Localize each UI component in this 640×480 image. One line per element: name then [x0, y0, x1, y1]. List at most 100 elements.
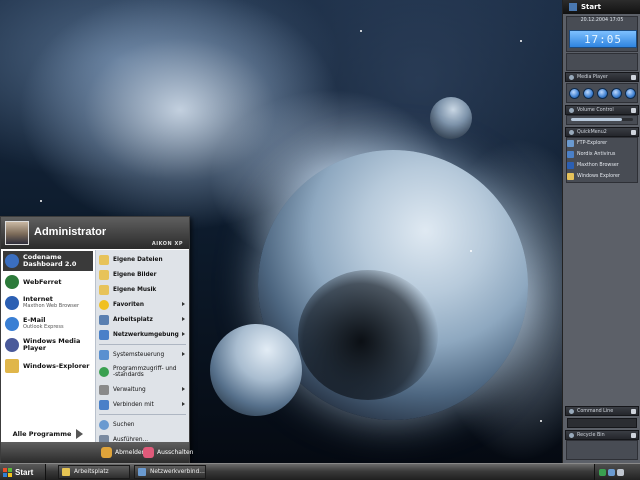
speaker-icon [569, 107, 574, 113]
collapse-icon[interactable] [631, 130, 636, 135]
start-menu-footer: Abmelden Ausschalten [1, 442, 193, 463]
globe-icon [5, 254, 19, 268]
taskbar: Start Arbeitsplatz Netzwerkverbind... [0, 463, 640, 480]
clock-display: 17:05 [569, 30, 637, 48]
shield-icon[interactable] [599, 468, 606, 476]
start-menu-header: Administrator AIKON XP [1, 217, 189, 249]
divider [99, 344, 186, 345]
pinned-item-email[interactable]: E-Mail Outlook Express [3, 314, 93, 334]
windows-logo-icon [3, 467, 12, 477]
collapse-icon[interactable] [631, 108, 636, 113]
network-icon [138, 468, 146, 476]
command-line-input[interactable] [567, 418, 637, 428]
shield-icon [567, 151, 574, 158]
folder-icon [99, 269, 109, 280]
start-button[interactable]: Start [0, 464, 46, 480]
pinned-item-webferret[interactable]: WebFerret [3, 272, 93, 292]
places-panel: Eigene Dateien Eigene Bilder Eigene Musi… [95, 250, 189, 445]
submenu-arrow-icon [182, 332, 185, 336]
all-programs-button[interactable]: Alle Programme [1, 429, 95, 439]
search-icon [99, 419, 109, 430]
network-icon [99, 329, 109, 340]
place-eigene-dateien[interactable]: Eigene Dateien [96, 252, 189, 267]
arrow-right-icon [76, 429, 84, 439]
shutdown-button[interactable]: Ausschalten [143, 447, 193, 458]
speaker-icon[interactable] [617, 468, 624, 476]
submenu-arrow-icon [182, 387, 185, 391]
previous-button[interactable] [611, 88, 622, 99]
start-menu: Administrator AIKON XP Codename Dashboar… [0, 216, 193, 463]
collapse-icon[interactable] [631, 75, 636, 80]
power-icon [143, 447, 154, 458]
place-netzwerkumgebung[interactable]: Netzwerkumgebung [96, 327, 189, 342]
start-icon [569, 3, 577, 11]
quicklink-browser[interactable]: Maxthon Browser [567, 160, 619, 171]
ftp-icon [567, 140, 574, 147]
key-icon [101, 447, 112, 458]
system-verwaltung[interactable]: Verwaltung [96, 382, 189, 397]
collapse-icon[interactable] [631, 409, 636, 414]
play-button[interactable] [569, 88, 580, 99]
browser-icon [567, 162, 574, 169]
ferret-icon [5, 275, 19, 289]
divider [99, 414, 186, 415]
connect-icon [99, 399, 109, 410]
media-icon [569, 74, 574, 80]
pause-button[interactable] [583, 88, 594, 99]
volume-slider-fill [571, 118, 622, 121]
folder-icon [62, 468, 70, 476]
user-name: Administrator [34, 226, 107, 238]
user-avatar[interactable] [5, 221, 29, 245]
network-icon[interactable] [608, 468, 615, 476]
submenu-arrow-icon [182, 302, 185, 306]
submenu-arrow-icon [182, 352, 185, 356]
place-eigene-musik[interactable]: Eigene Musik [96, 282, 189, 297]
quickmenu-title-bar: QuickMenu2 [565, 127, 639, 137]
star-icon [99, 299, 109, 310]
pinned-item-media-player[interactable]: Windows Media Player [3, 335, 93, 355]
recycle-bin-icon [569, 432, 574, 438]
command-line-title-bar: Command Line [565, 406, 639, 416]
collapse-icon[interactable] [631, 433, 636, 438]
defaults-icon [99, 367, 109, 377]
spacer-tile [566, 53, 638, 71]
quicklink-ftp-explorer[interactable]: FTP-Explorer [567, 138, 607, 149]
recycle-bin-panel[interactable] [566, 440, 638, 460]
wallpaper-small-planet [210, 324, 302, 416]
sidebar-dock: Start 20.12.2004 17:05 17:05 Media Playe… [562, 0, 640, 463]
volume-title-bar: Volume Control [565, 105, 639, 115]
place-favoriten[interactable]: Favoriten [96, 297, 189, 312]
terminal-icon [569, 408, 574, 414]
recycle-bin-title-bar: Recycle Bin [565, 430, 639, 440]
submenu-arrow-icon [182, 317, 185, 321]
sidebar-start-button[interactable]: Start [563, 0, 640, 14]
pinned-item-internet[interactable]: Internet Maxthon Web Browser [3, 293, 93, 313]
place-arbeitsplatz[interactable]: Arbeitsplatz [96, 312, 189, 327]
menu-icon [569, 129, 574, 135]
task-netzwerkverbindungen[interactable]: Netzwerkverbind... [134, 465, 206, 479]
quicklink-antivirus[interactable]: Nordix Antivirus [567, 149, 615, 160]
mail-icon [5, 317, 19, 331]
system-tray [594, 464, 640, 480]
place-eigene-bilder[interactable]: Eigene Bilder [96, 267, 189, 282]
stop-button[interactable] [597, 88, 608, 99]
admin-tools-icon [99, 384, 109, 395]
media-player-title-bar: Media Player [565, 72, 639, 82]
computer-icon [99, 314, 109, 325]
system-programmzugriff[interactable]: Programmzugriff- und -standards [96, 362, 189, 382]
folder-icon [567, 173, 574, 180]
system-verbinden-mit[interactable]: Verbinden mit [96, 397, 189, 412]
system-systemsteuerung[interactable]: Systemsteuerung [96, 347, 189, 362]
logoff-button[interactable]: Abmelden [101, 447, 145, 458]
submenu-arrow-icon [182, 402, 185, 406]
pinned-item-dashboard[interactable]: Codename Dashboard 2.0 [3, 251, 93, 271]
pinned-item-explorer[interactable]: Windows-Explorer [3, 356, 93, 376]
brand-logo: AIKON XP [151, 241, 183, 247]
pinned-programs: Codename Dashboard 2.0 WebFerret Interne… [1, 250, 95, 442]
wallpaper-moon [430, 97, 472, 139]
task-arbeitsplatz[interactable]: Arbeitsplatz [58, 465, 130, 479]
control-panel-icon [99, 349, 109, 360]
quicklink-explorer[interactable]: Windows Explorer [567, 171, 620, 182]
next-button[interactable] [625, 88, 636, 99]
tool-suchen[interactable]: Suchen [96, 417, 189, 432]
